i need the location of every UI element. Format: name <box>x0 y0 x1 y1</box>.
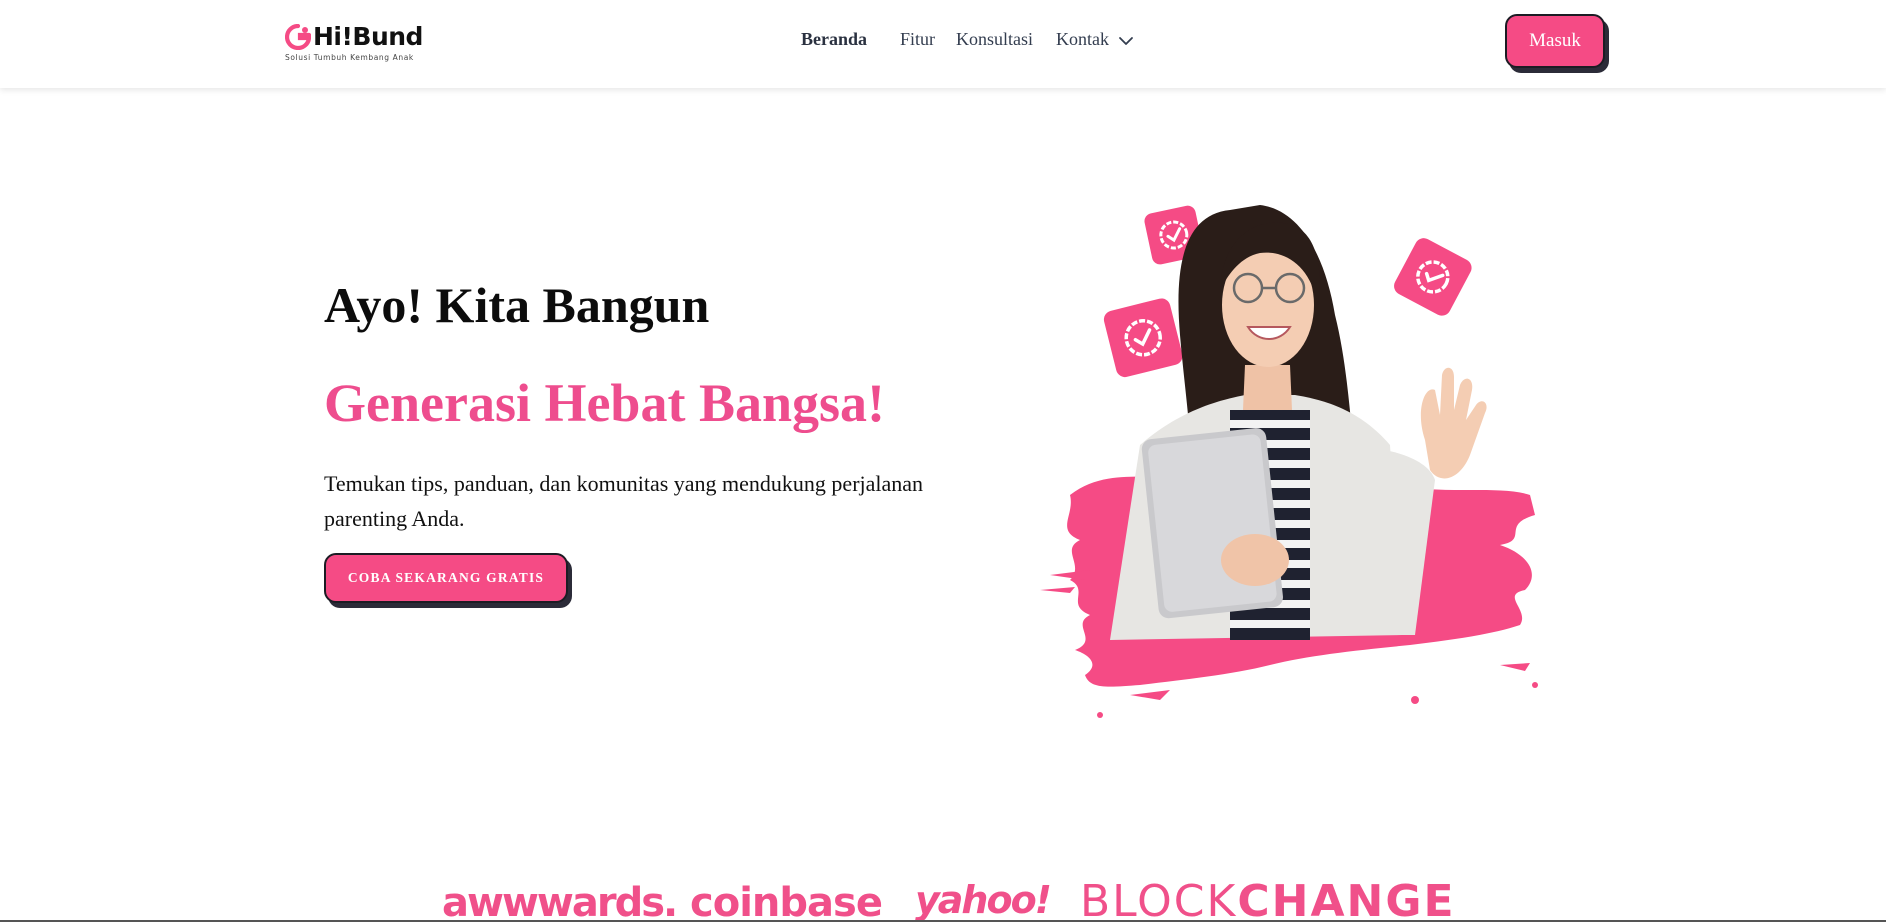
check-badge-icon-3 <box>1394 238 1472 316</box>
partner-logo-blockchange: BLOCKCHANGE <box>1080 876 1456 922</box>
partner-logos: awwwards. coinbase yahoo! BLOCKCHANGE <box>0 870 1886 922</box>
nav-item-kontak[interactable]: Kontak <box>1056 29 1109 50</box>
nav-item-fitur[interactable]: Fitur <box>900 29 935 50</box>
partner-logo-yahoo: yahoo! <box>915 878 1052 922</box>
try-free-button[interactable]: COBA SEKARANG GRATIS <box>324 553 568 603</box>
partner-logo-awwwards: awwwards. <box>442 880 678 922</box>
partner-logo-coinbase: coinbase <box>690 880 883 922</box>
nav-item-konsultasi[interactable]: Konsultasi <box>956 29 1033 50</box>
blockchange-block-text: BLOCK <box>1080 876 1238 922</box>
hero-description: Temukan tips, panduan, dan komunitas yan… <box>324 471 924 531</box>
check-badge-icon-2 <box>1103 298 1183 378</box>
nav-item-beranda[interactable]: Beranda <box>801 29 867 50</box>
site-header: Hi!Bund Solusi Tumbuh Kembang Anak Beran… <box>0 0 1886 88</box>
blockchange-change-text: CHANGE <box>1237 876 1456 922</box>
hero-title: Ayo! Kita Bangun <box>324 277 710 333</box>
hero-subtitle: Generasi Hebat Bangsa! <box>324 373 885 433</box>
chevron-down-icon[interactable] <box>1118 33 1134 49</box>
login-button[interactable]: Masuk <box>1505 14 1605 68</box>
hero-illustration <box>1040 205 1538 718</box>
